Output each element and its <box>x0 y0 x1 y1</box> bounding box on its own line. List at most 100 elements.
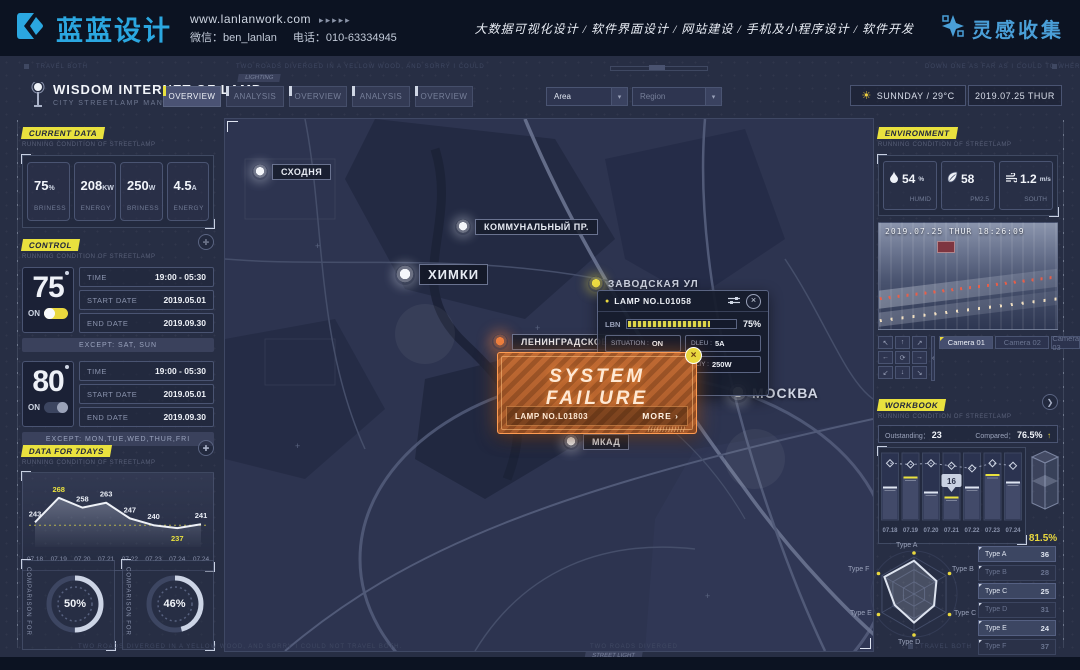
svg-text:+: + <box>295 441 300 451</box>
region-select[interactable]: Region ▾ <box>632 87 722 106</box>
failure-lamp-id: LAMP NO.L01803 <box>515 412 588 421</box>
humidity-drop-icon <box>889 170 899 188</box>
panel-subtitle: RUNNING CONDITION OF STREETLAMP <box>22 460 214 466</box>
panel-subtitle: RUNNING CONDITION OF STREETLAMP <box>22 254 214 260</box>
svg-text:247: 247 <box>124 505 137 514</box>
pan-up-button[interactable]: ↑ <box>895 336 910 349</box>
map-marker-skhodnya[interactable]: СХОДНЯ <box>252 164 331 180</box>
area-select[interactable]: Area ▾ <box>546 87 628 106</box>
collect-logo-text: 灵感收集 <box>972 14 1064 43</box>
radar-label-b: Type B <box>952 566 974 573</box>
camera-01-button[interactable]: Camera 01 <box>939 336 993 349</box>
pan-up-left-button[interactable]: ↖ <box>878 336 893 349</box>
pan-down-button[interactable]: ↓ <box>895 366 910 379</box>
pan-up-right-button[interactable]: ↗ <box>912 336 927 349</box>
sun-icon: ☀ <box>861 89 871 102</box>
time-row[interactable]: TIME19:00 - 05:30 <box>79 267 214 287</box>
camera-list: Camera 01 Camera 02 Camera 03 Camera 04 … <box>939 336 1080 381</box>
deco-square <box>908 644 913 649</box>
map-marker-kommunalny[interactable]: КОММУНАЛЬНЫЙ ПР. <box>455 219 598 235</box>
workbook-3d-gauge: 81.5% <box>1026 447 1058 544</box>
pan-down-left-button[interactable]: ↙ <box>878 366 893 379</box>
env-humidity: 54% HUMID <box>883 161 937 210</box>
radar-label-e: Type E <box>850 610 872 617</box>
gauge-value: 50% <box>37 566 113 642</box>
end-date-row[interactable]: END DATE2019.09.30 <box>79 313 214 333</box>
sliders-icon[interactable] <box>728 292 740 310</box>
tab-analysis-2[interactable]: ANALYSIS <box>352 86 410 107</box>
tab-overview-2[interactable]: OVERVIEW <box>289 86 347 107</box>
svg-text:07.20: 07.20 <box>923 528 939 534</box>
deco-slider[interactable] <box>610 66 708 71</box>
camera-view: 2019.07.25 THUR 18:26:09 <box>878 222 1058 330</box>
workbook-percent: 81.5% <box>1026 533 1060 544</box>
start-date-row[interactable]: START DATE2019.05.01 <box>79 290 214 310</box>
workbook-bar-chart: 1607.1807.1907.2007.2107.2207.2307.24 <box>878 447 1026 544</box>
pan-left-button[interactable]: ← <box>878 351 893 364</box>
svg-text:241: 241 <box>195 511 208 520</box>
close-icon[interactable]: × <box>685 347 702 364</box>
more-button[interactable]: MORE › <box>642 411 679 421</box>
camera-prev-button[interactable]: ‹ <box>931 336 935 381</box>
start-date-row[interactable]: START DATE2019.05.01 <box>79 384 214 404</box>
tab-overview-3[interactable]: OVERVIEW <box>415 86 473 107</box>
type-c-row[interactable]: Type C25 <box>978 583 1056 599</box>
lbn-progress <box>626 319 737 329</box>
deco-text-top-left: TRAVEL BOTH <box>36 64 88 70</box>
lamp-pin-icon <box>563 434 579 450</box>
brightness-level-card: 75 ON <box>22 267 74 333</box>
svg-text:16: 16 <box>947 477 956 486</box>
type-e-row[interactable]: Type E24 <box>978 620 1056 636</box>
tab-overview-1[interactable]: OVERVIEW <box>163 86 221 107</box>
wechat-label: 微信：ben_lanlan <box>190 32 277 44</box>
svg-text:07.21: 07.21 <box>944 528 960 534</box>
svg-text:07.22: 07.22 <box>964 528 980 534</box>
pan-down-right-button[interactable]: ↘ <box>912 366 927 379</box>
schedule-toggle[interactable] <box>44 308 68 319</box>
current-stats: 75% BRINESS 208KW ENERGY 250W BRINESS 4.… <box>22 155 214 228</box>
type-a-row[interactable]: Type A36 <box>978 546 1056 562</box>
gauge-value: 46% <box>137 566 213 642</box>
lamp-pin-icon <box>252 164 268 180</box>
deco-chip-lighting: LIGHTING <box>237 74 281 82</box>
panel-data-7days: DATA FOR 7DAYS ✚ RUNNING CONDITION OF ST… <box>22 440 214 571</box>
stat-energy-a: 4.5A ENERGY <box>167 162 210 221</box>
next-button[interactable]: ❯ <box>1042 394 1058 410</box>
close-icon[interactable]: × <box>746 294 761 309</box>
tab-analysis-1[interactable]: ANALYSIS <box>226 86 284 107</box>
collect-logo[interactable]: 灵感收集 <box>940 13 1064 44</box>
panel-badge: CONTROL <box>21 239 80 251</box>
panel-camera: 2019.07.25 THUR 18:26:09 ↖ ↑ ↗ ← ⟳ → ↙ ↓… <box>878 222 1058 381</box>
deco-square <box>1052 64 1057 69</box>
website-link[interactable]: www.lanlanwork.com <box>190 12 311 26</box>
map-marker-khimki[interactable]: ХИМКИ <box>395 264 488 285</box>
lanlan-logo[interactable]: 蓝蓝设计 <box>14 9 172 48</box>
pan-button[interactable]: ✛ <box>198 234 214 250</box>
svg-text:243: 243 <box>29 509 42 518</box>
date-text: 2019.07.25 THUR <box>975 91 1055 101</box>
type-d-row[interactable]: Type D31 <box>978 602 1056 618</box>
type-b-row[interactable]: Type B28 <box>978 565 1056 581</box>
schedule-toggle[interactable] <box>44 402 68 413</box>
weather-text: SUNNDAY / 29°C <box>877 91 955 101</box>
schedule-1: 75 ON TIME19:00 - 05:30 START DATE2019.0… <box>22 267 214 333</box>
pan-right-button[interactable]: → <box>912 351 927 364</box>
lamp-pin-icon <box>455 219 471 235</box>
expand-button[interactable]: ✚ <box>198 440 214 456</box>
type-f-row[interactable]: Type F37 <box>978 639 1056 655</box>
panel-subtitle: RUNNING CONDITION OF STREETLAMP <box>878 142 1058 148</box>
chevron-down-icon: ▾ <box>705 88 721 105</box>
reset-view-button[interactable]: ⟳ <box>895 351 910 364</box>
deco-square <box>24 64 29 69</box>
camera-02-button[interactable]: Camera 02 <box>995 336 1049 349</box>
lanlan-logo-icon <box>14 9 48 48</box>
collect-logo-icon <box>940 13 966 44</box>
site-header: 蓝蓝设计 www.lanlanwork.com▸▸▸▸▸ 微信：ben_lanl… <box>0 0 1080 56</box>
panel-badge: WORKBOOK <box>877 399 946 411</box>
end-date-row[interactable]: END DATE2019.09.30 <box>79 407 214 427</box>
stat-energy-kw: 208KW ENERGY <box>74 162 117 221</box>
map-marker-mkad[interactable]: МКАД <box>563 434 629 450</box>
camera-03-button[interactable]: Camera 03 <box>1051 336 1080 349</box>
time-row[interactable]: TIME19:00 - 05:30 <box>79 361 214 381</box>
wind-icon <box>1005 170 1017 188</box>
